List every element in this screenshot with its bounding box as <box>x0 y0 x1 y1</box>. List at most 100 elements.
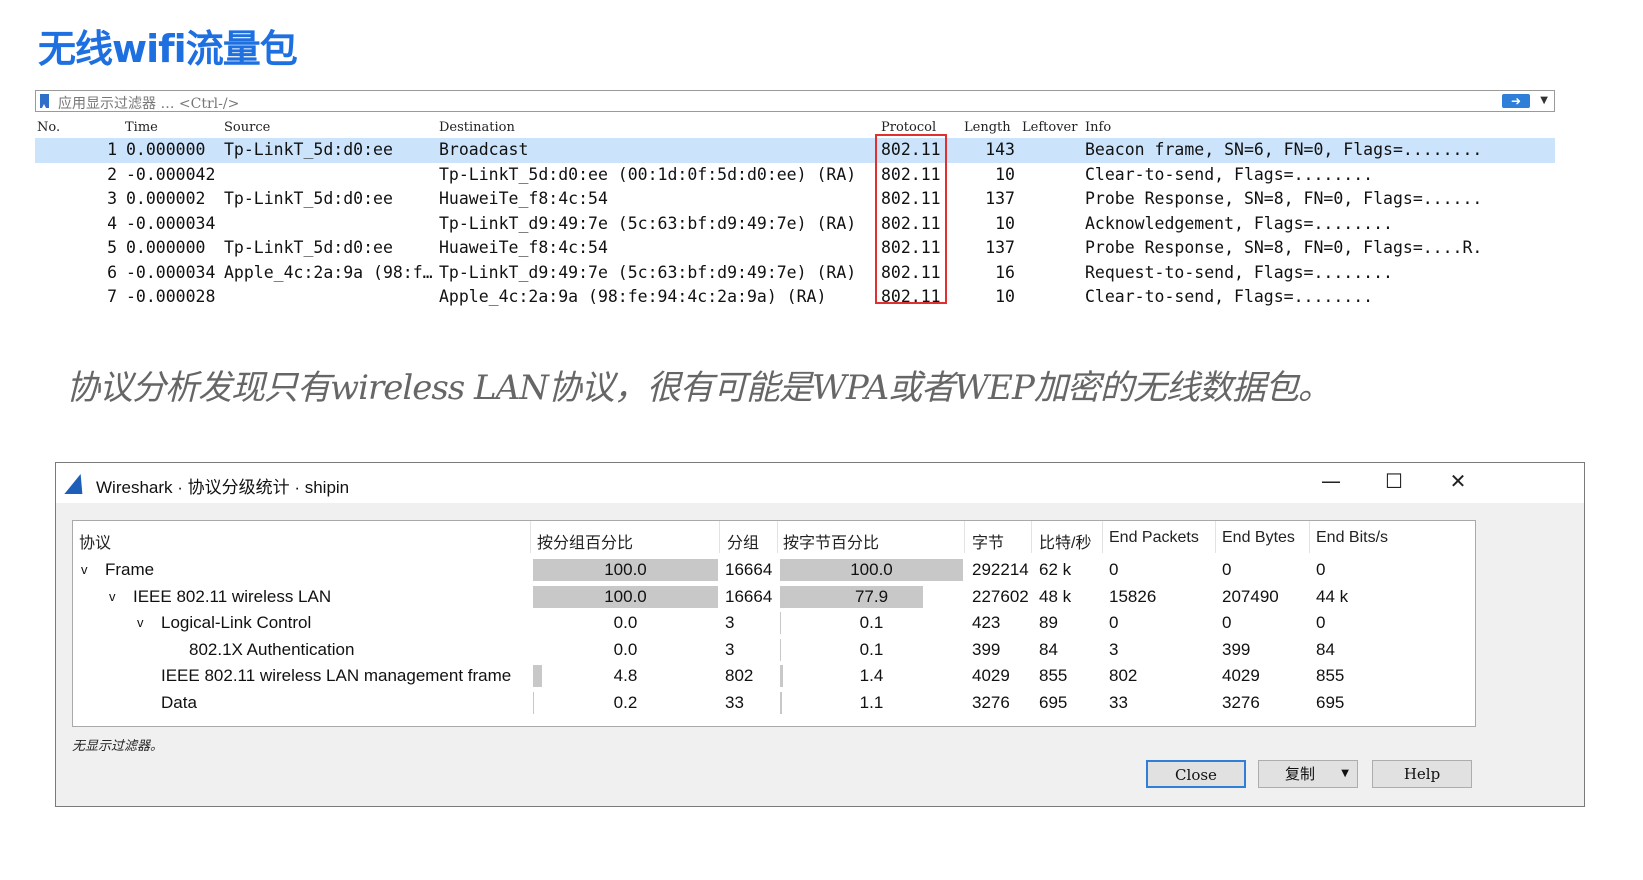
col-time[interactable]: Time <box>125 120 158 135</box>
protocol-row[interactable]: Data 0.2 33 1.1 3276 695 33 3276 695 <box>73 690 1473 717</box>
packet-row[interactable]: 1 0.000000 Tp-LinkT_5d:d0:ee Broadcast 802.1… <box>35 138 1555 163</box>
packet-row[interactable]: 6 -0.000034 Apple_4c:2a:9a (98:f… Tp-LinkT_… <box>35 261 1555 286</box>
packet-len: 137 <box>985 189 1015 208</box>
packet-list-header: No. Time Source Destination Protocol Len… <box>35 118 1555 138</box>
cell-pkts: 16664 <box>725 560 773 579</box>
protocol-name: IEEE 802.11 wireless LAN <box>133 586 332 606</box>
packet-dst: Tp-LinkT_5d:d0:ee (00:1d:0f:5d:d0:ee) (R… <box>439 164 857 184</box>
protocol-name: 802.1X Authentication <box>189 639 355 659</box>
col-byte-percent[interactable]: 按字节百分比 <box>783 529 879 553</box>
packet-len: 16 <box>995 262 1015 282</box>
packet-no: 3 <box>107 189 117 208</box>
cell-pkts: 3 <box>725 613 735 632</box>
cell-byte-pct: 1.1 <box>859 692 884 712</box>
cell-end-pkts: 3 <box>1109 639 1119 659</box>
protocol-row[interactable]: 802.1X Authentication 0.0 3 0.1 399 84 3 399 84 <box>73 637 1473 664</box>
col-bits-per-sec[interactable]: 比特/秒 <box>1039 529 1091 553</box>
col-packet-percent[interactable]: 按分组百分比 <box>537 529 633 553</box>
packet-time: 0.000002 <box>126 189 206 208</box>
display-filter-input[interactable]: 应用显示过滤器 … <Ctrl-/> ➜ ▼ <box>35 90 1555 112</box>
protocol-row[interactable]: v IEEE 802.11 wireless LAN 100.0 16664 77.9 2… <box>73 584 1473 611</box>
packet-dst: HuaweiTe_f8:4c:54 <box>439 189 608 208</box>
expand-chevron-icon[interactable]: v <box>137 615 144 630</box>
packet-time: -0.000042 <box>126 164 216 184</box>
packet-len: 10 <box>995 213 1015 233</box>
cell-end-pkts: 33 <box>1109 692 1128 712</box>
packet-info: Clear-to-send, Flags=........ <box>1085 287 1374 306</box>
cell-pkt-pct: 4.8 <box>613 666 638 685</box>
cell-pkt-pct: 100.0 <box>604 586 647 606</box>
packet-row[interactable]: 3 0.000002 Tp-LinkT_5d:d0:ee HuaweiTe_f8:4c… <box>35 187 1555 212</box>
expand-chevron-icon[interactable]: v <box>81 562 88 577</box>
packet-no: 1 <box>107 140 117 159</box>
cell-bps: 855 <box>1039 666 1068 685</box>
apply-filter-arrow-icon[interactable]: ➜ <box>1502 94 1530 108</box>
protocol-name: Frame <box>105 560 155 579</box>
cell-byte-pct: 77.9 <box>854 586 889 606</box>
col-packets[interactable]: 分组 <box>727 529 759 553</box>
packet-time: -0.000034 <box>126 262 216 282</box>
expand-chevron-icon[interactable]: v <box>109 589 116 604</box>
status-text: 无显示过滤器。 <box>72 739 164 754</box>
protocol-row[interactable]: v Frame 100.0 16664 100.0 292214 62 k 0 0 0 <box>73 557 1473 584</box>
packet-dst: Tp-LinkT_d9:49:7e (5c:63:bf:d9:49:7e) (R… <box>439 262 857 282</box>
packet-row[interactable]: 5 0.000000 Tp-LinkT_5d:d0:ee HuaweiTe_f8:4c… <box>35 236 1555 261</box>
cell-pkts: 16664 <box>725 586 773 606</box>
packet-len: 10 <box>995 287 1015 306</box>
packet-no: 6 <box>107 262 117 282</box>
packet-row[interactable]: 4 -0.000034 Tp-LinkT_d9:49:7e (5c:63:bf:d9… <box>35 212 1555 237</box>
cell-end-bytes: 399 <box>1222 639 1251 659</box>
cell-end-bps: 84 <box>1316 639 1335 659</box>
cell-bps: 62 k <box>1039 560 1072 579</box>
cell-bytes: 292214 <box>972 560 1029 579</box>
packet-dst: Tp-LinkT_d9:49:7e (5c:63:bf:d9:49:7e) (R… <box>439 213 857 233</box>
col-end-bits[interactable]: End Bits/s <box>1316 529 1388 547</box>
cell-end-bytes: 0 <box>1222 560 1232 579</box>
packet-time: -0.000028 <box>126 287 216 306</box>
copy-button[interactable]: 复制 ▼ <box>1258 760 1358 788</box>
maximize-button[interactable]: ☐ <box>1374 469 1414 493</box>
col-end-bytes[interactable]: End Bytes <box>1222 529 1295 547</box>
close-button[interactable]: Close <box>1146 760 1246 788</box>
col-protocol[interactable]: Protocol <box>881 120 936 135</box>
cell-pkts: 802 <box>725 666 754 685</box>
packet-dst: HuaweiTe_f8:4c:54 <box>439 238 608 257</box>
bookmark-icon[interactable] <box>40 94 49 108</box>
protocol-row[interactable]: v Logical-Link Control 0.0 3 0.1 423 89 0 0 0 <box>73 610 1473 637</box>
protocol-highlight-box <box>875 134 947 304</box>
packet-row[interactable]: 7 -0.000028 Apple_4c:2a:9a (98:fe:94:4c:2a… <box>35 285 1555 310</box>
cell-bytes: 399 <box>972 639 1001 659</box>
packet-time: -0.000034 <box>126 213 216 233</box>
packet-src: Tp-LinkT_5d:d0:ee <box>224 140 393 159</box>
packet-len: 10 <box>995 164 1015 184</box>
close-window-button[interactable]: ✕ <box>1438 469 1478 493</box>
col-bytes[interactable]: 字节 <box>972 529 1004 553</box>
protocol-row[interactable]: IEEE 802.11 wireless LAN management fram… <box>73 663 1473 690</box>
col-length[interactable]: Length <box>964 120 1011 135</box>
packet-no: 4 <box>107 213 117 233</box>
cell-pkt-pct: 0.0 <box>613 639 638 659</box>
minimize-button[interactable]: — <box>1311 469 1351 493</box>
page-title: 无线wifi流量包 <box>38 27 298 71</box>
analysis-caption: 协议分析发现只有wireless LAN协议，很有可能是WPA或者WEP加密的无… <box>66 368 1332 408</box>
chevron-down-icon[interactable]: ▼ <box>1341 761 1349 787</box>
col-destination[interactable]: Destination <box>439 120 515 135</box>
packet-time: 0.000000 <box>126 140 206 159</box>
cell-bytes: 227602 <box>972 586 1029 606</box>
dialog-title: Wireshark · 协议分级统计 · shipin <box>96 478 350 497</box>
packet-len: 143 <box>985 140 1015 159</box>
cell-pkt-pct: 0.2 <box>613 692 638 712</box>
packet-row[interactable]: 2 -0.000042 Tp-LinkT_5d:d0:ee (00:1d:0f:5d… <box>35 163 1555 188</box>
col-info[interactable]: Info <box>1085 120 1111 135</box>
col-protocol[interactable]: 协议 <box>79 529 111 553</box>
filter-history-dropdown-icon[interactable]: ▼ <box>1540 95 1548 106</box>
col-end-packets[interactable]: End Packets <box>1109 529 1199 547</box>
col-source[interactable]: Source <box>224 120 270 135</box>
cell-byte-pct: 0.1 <box>859 639 884 659</box>
cell-pkts: 3 <box>725 639 735 659</box>
cell-end-bps: 695 <box>1316 692 1345 712</box>
cell-end-bytes: 3276 <box>1222 692 1260 712</box>
col-leftover[interactable]: Leftover <box>1022 120 1078 135</box>
col-no[interactable]: No. <box>37 120 60 135</box>
help-button[interactable]: Help <box>1372 760 1472 788</box>
